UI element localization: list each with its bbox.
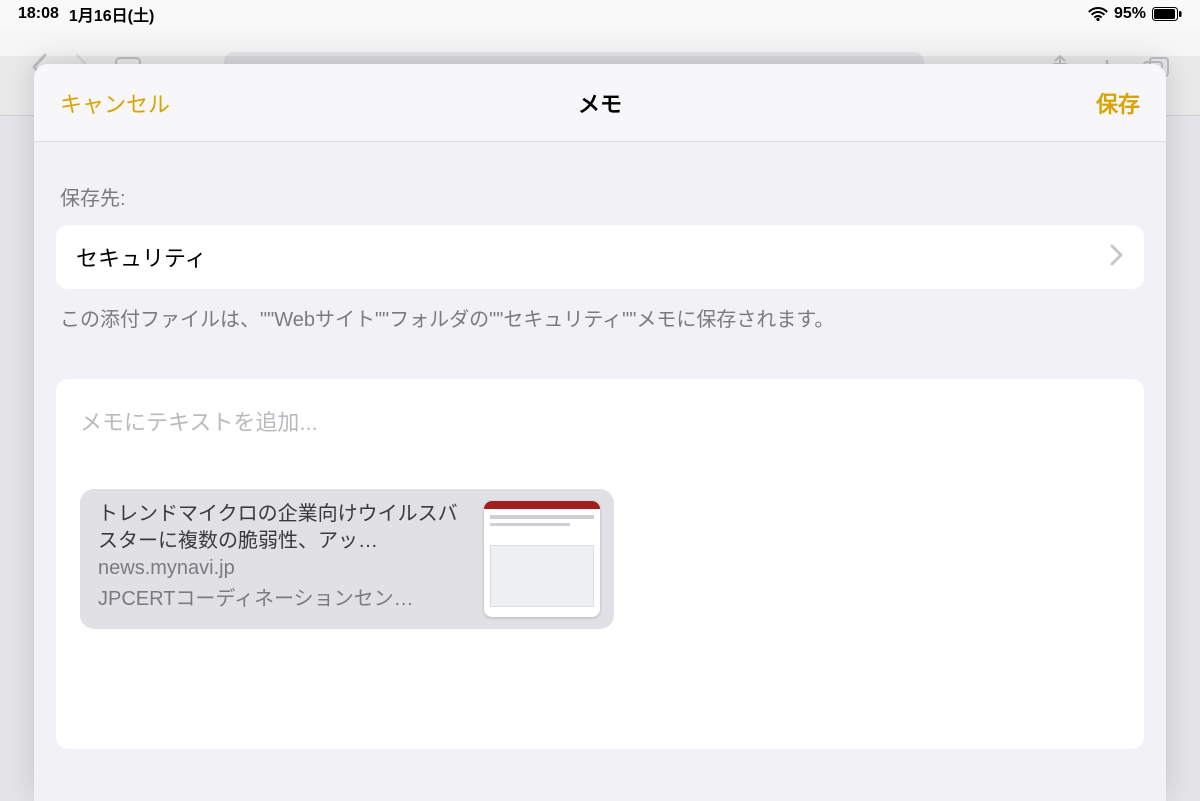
cancel-button[interactable]: キャンセル xyxy=(60,87,170,119)
link-description: JPCERTコーディネーションセン… xyxy=(98,582,468,611)
note-body-card: メモにテキストを追加... トレンドマイクロの企業向けウイルスバスターに複数の脆… xyxy=(56,379,1144,749)
sheet-header: キャンセル メモ 保存 xyxy=(34,64,1166,142)
destination-label: 保存先: xyxy=(56,164,1144,225)
save-button[interactable]: 保存 xyxy=(1096,87,1140,119)
chevron-right-icon xyxy=(1110,244,1124,271)
status-time: 18:08 xyxy=(18,5,59,23)
link-thumbnail xyxy=(484,501,600,617)
battery-icon xyxy=(1152,7,1182,21)
status-date: 1月16日(土) xyxy=(69,2,154,26)
sheet-title: メモ xyxy=(578,87,622,119)
destination-value: セキュリティ xyxy=(76,241,207,273)
link-domain: news.mynavi.jp xyxy=(98,557,468,580)
notes-share-sheet: キャンセル メモ 保存 保存先: セキュリティ この添付ファイルは、""Webサ… xyxy=(34,64,1166,801)
status-bar: 18:08 1月16日(土) 95% xyxy=(0,0,1200,28)
link-title: トレンドマイクロの企業向けウイルスバスターに複数の脆弱性、アッ… xyxy=(98,501,468,555)
destination-explain: この添付ファイルは、""Webサイト""フォルダの""セキュリティ""メモに保存… xyxy=(56,289,1144,335)
battery-percent: 95% xyxy=(1114,5,1146,23)
note-text-input[interactable]: メモにテキストを追加... xyxy=(80,405,1120,437)
wifi-icon xyxy=(1088,7,1108,21)
link-attachment[interactable]: トレンドマイクロの企業向けウイルスバスターに複数の脆弱性、アッ… news.my… xyxy=(80,489,614,629)
destination-row[interactable]: セキュリティ xyxy=(56,225,1144,289)
